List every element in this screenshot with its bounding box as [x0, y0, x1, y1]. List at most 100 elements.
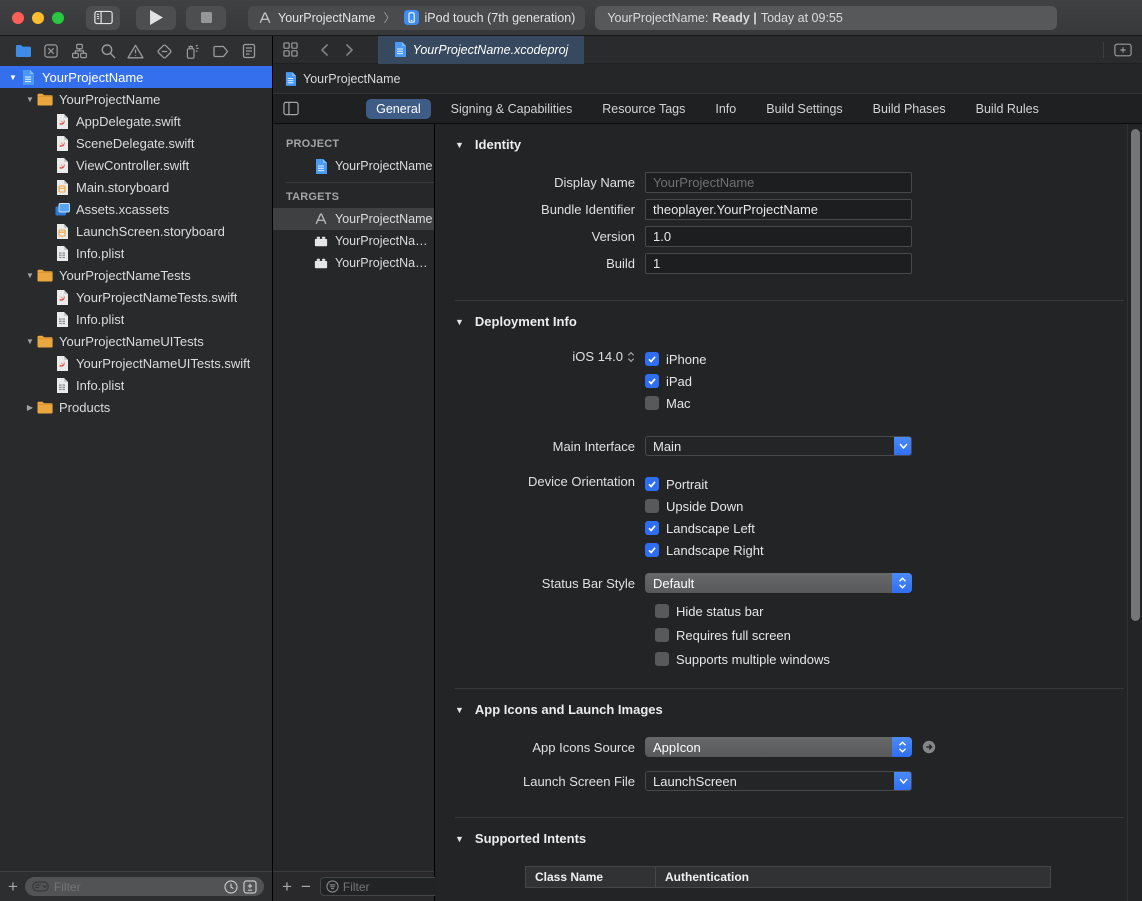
tab-build-rules[interactable]: Build Rules	[966, 99, 1049, 119]
launch-screen-dropdown[interactable]: LaunchScreen	[645, 771, 912, 791]
test-navigator[interactable]	[150, 39, 178, 63]
tree-item[interactable]: ▶Products	[0, 396, 272, 418]
tree-item[interactable]: Assets.xcassets	[0, 198, 272, 220]
tab-build-settings[interactable]: Build Settings	[756, 99, 852, 119]
breadcrumb[interactable]: YourProjectName	[273, 64, 1142, 94]
project-navigator[interactable]	[9, 39, 37, 63]
checkbox-unchecked[interactable]	[655, 628, 669, 642]
minimap-grid-icon[interactable]	[283, 42, 298, 57]
checkbox-upside-down[interactable]: Upside Down	[645, 497, 912, 515]
target-item-label: YourProjectNameT…	[335, 234, 434, 248]
add-file-button[interactable]: +	[8, 878, 18, 895]
disclosure-triangle-icon[interactable]: ▼	[455, 140, 464, 150]
disclosure-triangle-icon[interactable]: ▼	[6, 73, 20, 82]
scrollbar-thumb[interactable]	[1131, 129, 1140, 621]
bundle-identifier-field[interactable]	[645, 199, 912, 220]
source-control-navigator[interactable]	[37, 39, 65, 63]
tab-general[interactable]: General	[366, 99, 430, 119]
app-icons-source-popup[interactable]: AppIcon	[645, 737, 912, 757]
tree-item[interactable]: ▼YourProjectNameUITests	[0, 330, 272, 352]
tree-item[interactable]: ViewController.swift	[0, 154, 272, 176]
disclosure-triangle-icon[interactable]: ▼	[455, 317, 464, 327]
run-button[interactable]	[136, 6, 176, 30]
disclosure-triangle-icon[interactable]: ▼	[23, 95, 37, 104]
disclosure-triangle-icon[interactable]: ▼	[455, 834, 464, 844]
back-chevron-icon[interactable]	[320, 43, 329, 57]
remove-target-button[interactable]: −	[301, 878, 311, 895]
version-field[interactable]	[645, 226, 912, 247]
checkbox-mac[interactable]: Mac	[645, 394, 912, 412]
tree-item[interactable]: Info.plist	[0, 242, 272, 264]
checkbox-unchecked[interactable]	[655, 604, 669, 618]
checkbox-checked[interactable]	[645, 374, 659, 388]
scheme-selector[interactable]: YourProjectName 〉 iPod touch (7th genera…	[248, 6, 585, 30]
stepper-icon[interactable]	[627, 351, 635, 363]
tab-resource-tags[interactable]: Resource Tags	[592, 99, 695, 119]
goto-appicon-arrow-icon[interactable]	[922, 740, 936, 754]
symbol-navigator[interactable]	[65, 39, 93, 63]
display-name-field[interactable]	[645, 172, 912, 193]
checkbox-iphone[interactable]: iPhone	[645, 350, 912, 368]
stop-button[interactable]	[186, 6, 226, 30]
report-navigator[interactable]	[235, 39, 263, 63]
tree-item[interactable]: LaunchScreen.storyboard	[0, 220, 272, 242]
close-button[interactable]	[12, 12, 24, 24]
breakpoint-navigator[interactable]	[207, 39, 235, 63]
tree-item[interactable]: ▼YourProjectName	[0, 66, 272, 88]
disclosure-triangle-icon[interactable]: ▼	[23, 337, 37, 346]
find-navigator[interactable]	[94, 39, 122, 63]
zoom-button[interactable]	[52, 12, 64, 24]
checkbox-requires-full-screen[interactable]: Requires full screen	[655, 626, 1124, 644]
minimize-button[interactable]	[32, 12, 44, 24]
project-item[interactable]: YourProjectName	[273, 155, 434, 177]
build-field[interactable]	[645, 253, 912, 274]
tree-item[interactable]: YourProjectNameUITests.swift	[0, 352, 272, 374]
scrollbar-track[interactable]	[1127, 124, 1142, 901]
target-item[interactable]: YourProjectNameU…	[273, 252, 434, 274]
panel-toggle-icon[interactable]	[283, 101, 299, 116]
checkbox-unchecked[interactable]	[645, 499, 659, 513]
checkbox-checked[interactable]	[645, 477, 659, 491]
navigator-filter[interactable]	[25, 877, 264, 896]
main-interface-dropdown[interactable]: Main	[645, 436, 912, 456]
disclosure-triangle-icon[interactable]: ▼	[23, 271, 37, 280]
tab-info[interactable]: Info	[705, 99, 746, 119]
target-item[interactable]: YourProjectNameT…	[273, 230, 434, 252]
tree-item[interactable]: Info.plist	[0, 308, 272, 330]
checkbox-unchecked[interactable]	[645, 396, 659, 410]
checkbox-hide-status-bar[interactable]: Hide status bar	[655, 602, 1124, 620]
checkbox-checked[interactable]	[645, 521, 659, 535]
navigator-filter-input[interactable]	[54, 880, 219, 894]
forward-chevron-icon[interactable]	[345, 43, 354, 57]
disclosure-triangle-icon[interactable]: ▶	[23, 403, 37, 412]
tab-build-phases[interactable]: Build Phases	[863, 99, 956, 119]
editor-tab-xcodeproj[interactable]: YourProjectName.xcodeproj	[378, 36, 584, 64]
tab-signing-capabilities[interactable]: Signing & Capabilities	[441, 99, 583, 119]
tree-item[interactable]: Main.storyboard	[0, 176, 272, 198]
checkbox-ipad[interactable]: iPad	[645, 372, 912, 390]
debug-navigator[interactable]	[178, 39, 206, 63]
checkbox-unchecked[interactable]	[655, 652, 669, 666]
checkbox-landscape-left[interactable]: Landscape Left	[645, 519, 912, 537]
tree-item[interactable]: ▼YourProjectNameTests	[0, 264, 272, 286]
tree-item[interactable]: ▼YourProjectName	[0, 88, 272, 110]
status-bar-style-popup[interactable]: Default	[645, 573, 912, 593]
recent-files-clock-icon[interactable]	[224, 880, 238, 894]
disclosure-triangle-icon[interactable]: ▼	[455, 705, 464, 715]
tree-item[interactable]: SceneDelegate.swift	[0, 132, 272, 154]
add-target-button[interactable]: +	[282, 878, 292, 895]
add-editor-button[interactable]	[1114, 43, 1132, 57]
issue-navigator[interactable]	[122, 39, 150, 63]
toggle-navigator-button[interactable]	[86, 6, 120, 30]
source-control-status-icon[interactable]	[243, 880, 257, 894]
checkbox-checked[interactable]	[645, 543, 659, 557]
target-item[interactable]: YourProjectName	[273, 208, 434, 230]
tree-item[interactable]: AppDelegate.swift	[0, 110, 272, 132]
tree-item[interactable]: YourProjectNameTests.swift	[0, 286, 272, 308]
activity-status[interactable]: YourProjectName: Ready | Today at 09:55	[595, 6, 1057, 30]
tree-item[interactable]: Info.plist	[0, 374, 272, 396]
checkbox-landscape-right[interactable]: Landscape Right	[645, 541, 912, 559]
checkbox-checked[interactable]	[645, 352, 659, 366]
checkbox-portrait[interactable]: Portrait	[645, 475, 912, 493]
checkbox-supports-multiple-windows[interactable]: Supports multiple windows	[655, 650, 1124, 668]
